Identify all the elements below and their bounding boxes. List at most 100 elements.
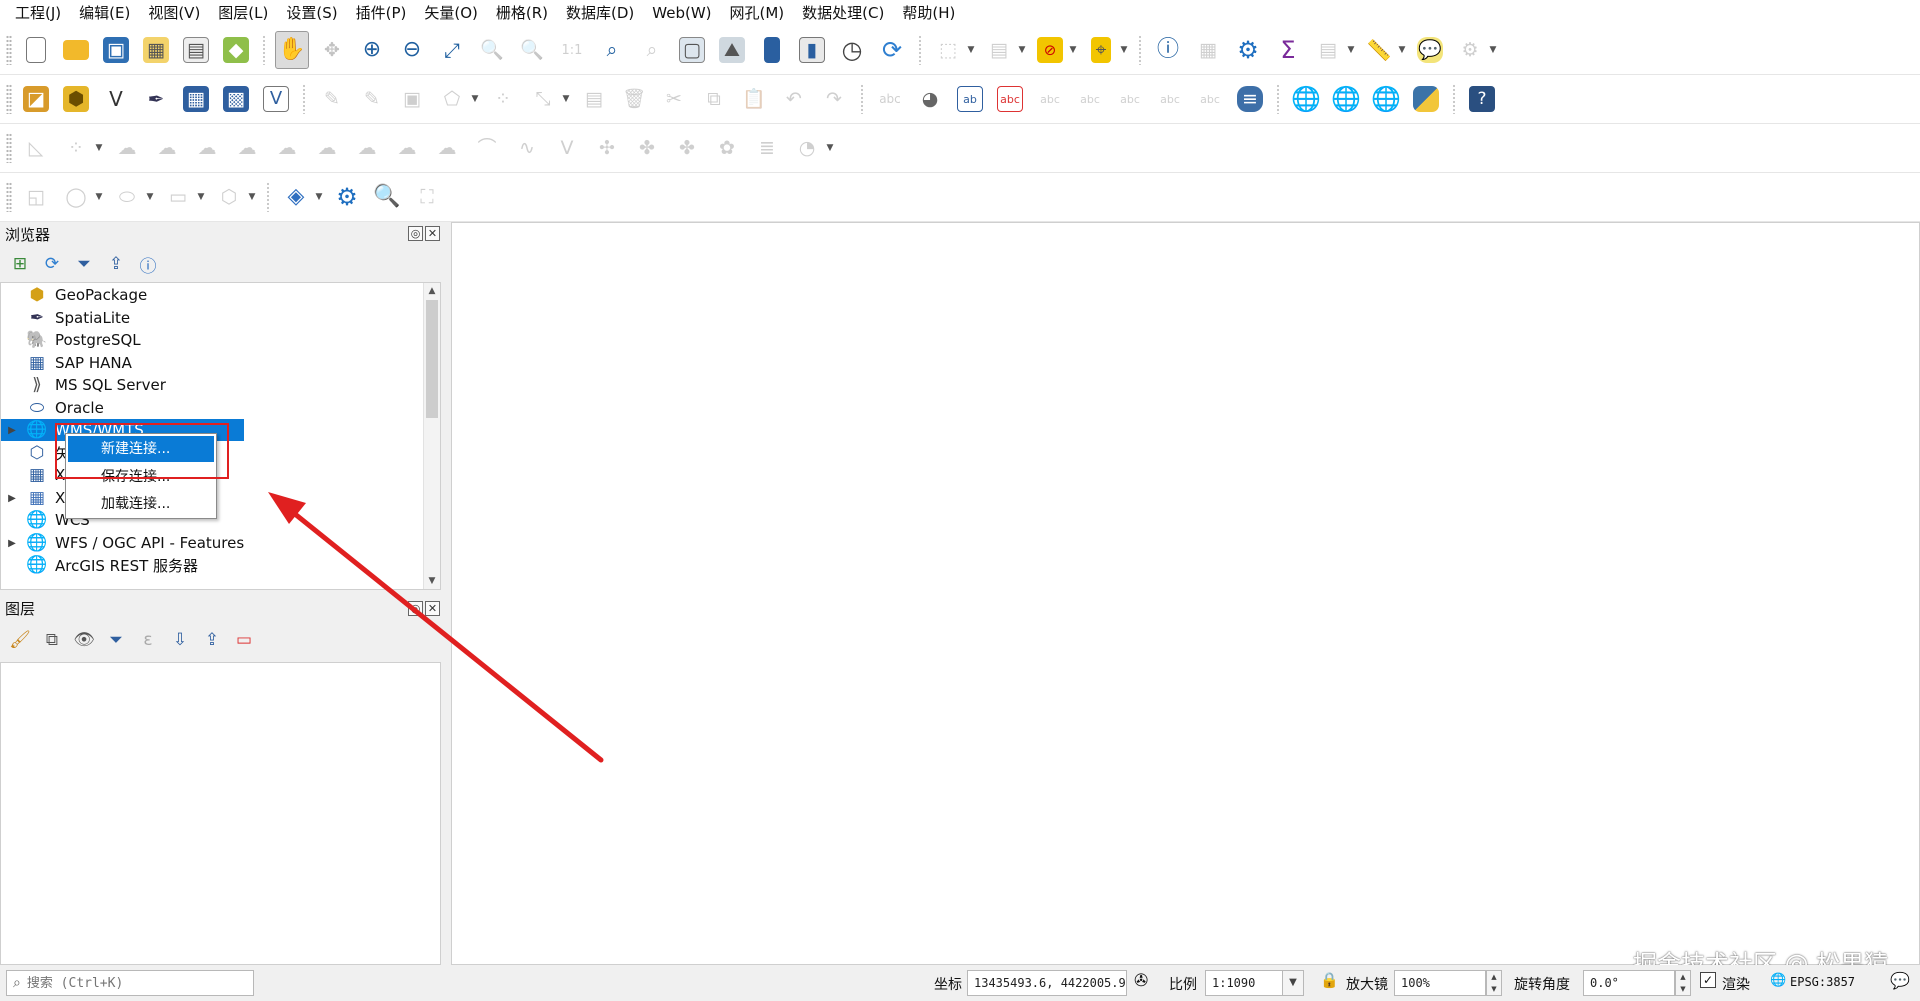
scroll-down-icon[interactable]: ▼ — [424, 573, 440, 589]
menu-mesh[interactable]: 网孔(M) — [721, 0, 794, 26]
open-attribute-table-button[interactable]: ▦ — [1191, 31, 1225, 69]
toolbox-button[interactable]: ⚙ — [1231, 31, 1265, 69]
scroll-thumb[interactable] — [426, 300, 438, 418]
save-connections-menu-item[interactable]: 保存连接... — [68, 464, 214, 490]
zoom-out-button[interactable]: ⊖ — [395, 31, 429, 69]
tree-item-oracle[interactable]: ⬭ Oracle — [1, 397, 421, 419]
layout-manager-button[interactable]: ▤ — [179, 31, 213, 69]
add-rectangle-button[interactable]: ▭ — [161, 178, 195, 216]
chevron-down-icon[interactable]: ▼ — [247, 178, 257, 216]
add-ring-button[interactable]: ☁ — [230, 129, 264, 167]
chevron-down-icon[interactable]: ▼ — [1488, 31, 1498, 69]
menu-database[interactable]: 数据库(D) — [557, 0, 643, 26]
layers-list[interactable] — [0, 662, 441, 965]
menu-view[interactable]: 视图(V) — [139, 0, 209, 26]
tree-item-postgresql[interactable]: 🐘 PostgreSQL — [1, 329, 421, 351]
scale-field[interactable]: 1:1090 — [1205, 970, 1283, 996]
refresh-button[interactable]: ⟳ — [875, 31, 909, 69]
magnifier-field[interactable]: 100% — [1394, 970, 1486, 996]
crs-indicator[interactable]: EPSG:3857 — [1790, 975, 1855, 989]
toolbar-handle[interactable] — [6, 133, 12, 163]
copy-features-button[interactable]: ⧉ — [697, 80, 731, 118]
magnifier-spinner[interactable]: ▲ ▼ — [1486, 970, 1502, 996]
save-project-button[interactable]: ▣ — [99, 31, 133, 69]
menu-plugins[interactable]: 插件(P) — [347, 0, 416, 26]
open-project-button[interactable] — [59, 31, 93, 69]
info-icon[interactable]: ⓘ — [136, 252, 160, 277]
style-brush-icon[interactable]: 🖌 — [8, 628, 32, 652]
delete-part-button[interactable]: ☁ — [390, 129, 424, 167]
offset-point-symbols-button[interactable]: ◔ — [790, 129, 824, 167]
browser-scrollbar[interactable]: ▲ ▼ — [423, 283, 440, 589]
trim-extend-button[interactable]: V — [550, 129, 584, 167]
toolbar-handle[interactable] — [6, 35, 12, 65]
tree-item-wfs[interactable]: ▶ 🌐 WFS / OGC API - Features — [1, 532, 421, 554]
eye-icon[interactable]: 👁 — [72, 628, 96, 652]
close-icon[interactable]: ✕ — [425, 226, 440, 241]
float-panel-icon[interactable]: ◎ — [408, 226, 423, 241]
toolbar-handle[interactable] — [6, 84, 12, 114]
filter-icon[interactable]: ⏷ — [72, 252, 96, 276]
select-by-value-button[interactable]: ▤ — [982, 31, 1016, 69]
chevron-down-icon[interactable]: ▼ — [94, 129, 104, 167]
rotation-spinner[interactable]: ▲ ▼ — [1675, 970, 1691, 996]
style-manager-button[interactable]: ◆ — [219, 31, 253, 69]
zoom-full-button[interactable]: ⤢ — [435, 31, 469, 69]
new-shapefile-button[interactable]: V — [99, 80, 133, 118]
new-geopackage-button[interactable]: ⬢ — [59, 80, 93, 118]
menu-raster[interactable]: 栅格(R) — [487, 0, 557, 26]
chevron-down-icon[interactable]: ▼ — [966, 31, 976, 69]
menu-processing[interactable]: 数据处理(C) — [793, 0, 893, 26]
chevron-down-icon[interactable]: ▼ — [1397, 31, 1407, 69]
chevron-down-icon[interactable]: ▼ — [1346, 31, 1356, 69]
whats-this-button[interactable]: ? — [1465, 80, 1499, 118]
zoom-to-layer-button[interactable]: 🔍 — [515, 31, 549, 69]
data-source-manager-button[interactable]: ◪ — [19, 80, 53, 118]
identify-button[interactable]: ⓘ — [1151, 31, 1185, 69]
fullscreen-button[interactable]: ⛶ — [410, 178, 444, 216]
toggle-editing-button[interactable]: ✎ — [355, 80, 389, 118]
new-project-button[interactable] — [19, 31, 53, 69]
redo-button[interactable]: ↷ — [817, 80, 851, 118]
expand-arrow-icon[interactable]: ▶ — [5, 425, 19, 436]
chevron-down-icon[interactable]: ▼ — [1017, 31, 1027, 69]
chevron-down-icon[interactable]: ▼ — [94, 178, 104, 216]
current-edits-button[interactable]: ✎ — [315, 80, 349, 118]
crs-globe-icon[interactable]: 🌐 — [1770, 973, 1786, 988]
lock-scale-icon[interactable]: 🔒 — [1320, 971, 1339, 989]
select-location-button[interactable]: ⌖ — [1084, 31, 1118, 69]
expand-arrow-icon[interactable]: ▶ — [5, 538, 19, 549]
show-labels-button[interactable]: abc — [993, 80, 1027, 118]
filter-icon[interactable]: ⏷ — [104, 628, 128, 652]
mouse-coordinate-icon[interactable]: ✇ — [1134, 971, 1148, 991]
label-toolbar-button[interactable]: abc — [873, 80, 907, 118]
collapse-all-icon[interactable]: ⇪ — [104, 252, 128, 276]
rotate-label-button[interactable]: abc — [1153, 80, 1187, 118]
rotate-point-symbols-button[interactable]: ≣ — [750, 129, 784, 167]
paste-features-button[interactable]: 📋 — [737, 80, 771, 118]
tree-item-arcgis[interactable]: 🌐 ArcGIS REST 服务器 — [1, 554, 421, 576]
delete-selected-button[interactable]: 🗑 — [617, 80, 651, 118]
reverse-line-button[interactable]: ∿ — [510, 129, 544, 167]
move-label-button[interactable]: abc — [1113, 80, 1147, 118]
modify-attributes-button[interactable]: ▤ — [577, 80, 611, 118]
add-ellipse-button[interactable]: ⬭ — [110, 178, 144, 216]
refresh-icon[interactable]: ⟳ — [40, 252, 64, 276]
toolbar-handle[interactable] — [6, 182, 12, 212]
pan-to-selection-button[interactable]: ✥ — [315, 31, 349, 69]
coordinate-field[interactable]: 13435493.6, 4422005.9 — [967, 970, 1127, 996]
expand-arrow-icon[interactable]: ▶ — [5, 493, 19, 504]
tree-item-saphana[interactable]: ▦ SAP HANA — [1, 352, 421, 374]
annotation-button[interactable]: ⚙ — [1453, 31, 1487, 69]
offset-curve-button[interactable]: ⌒ — [470, 129, 504, 167]
scale-feature-button[interactable]: ☁ — [150, 129, 184, 167]
chevron-down-icon[interactable]: ▼ — [561, 80, 571, 118]
split-features-button[interactable]: ✣ — [590, 129, 624, 167]
show-bookmarks-button[interactable]: ▮ — [795, 31, 829, 69]
menu-web[interactable]: Web(W) — [643, 0, 720, 26]
change-label-button[interactable]: abc — [1193, 80, 1227, 118]
map-tips-button[interactable]: 💬 — [1413, 31, 1447, 69]
move-feature-button[interactable]: ⁘ — [59, 129, 93, 167]
menu-vector[interactable]: 矢量(O) — [415, 0, 487, 26]
map-canvas[interactable] — [451, 222, 1920, 965]
